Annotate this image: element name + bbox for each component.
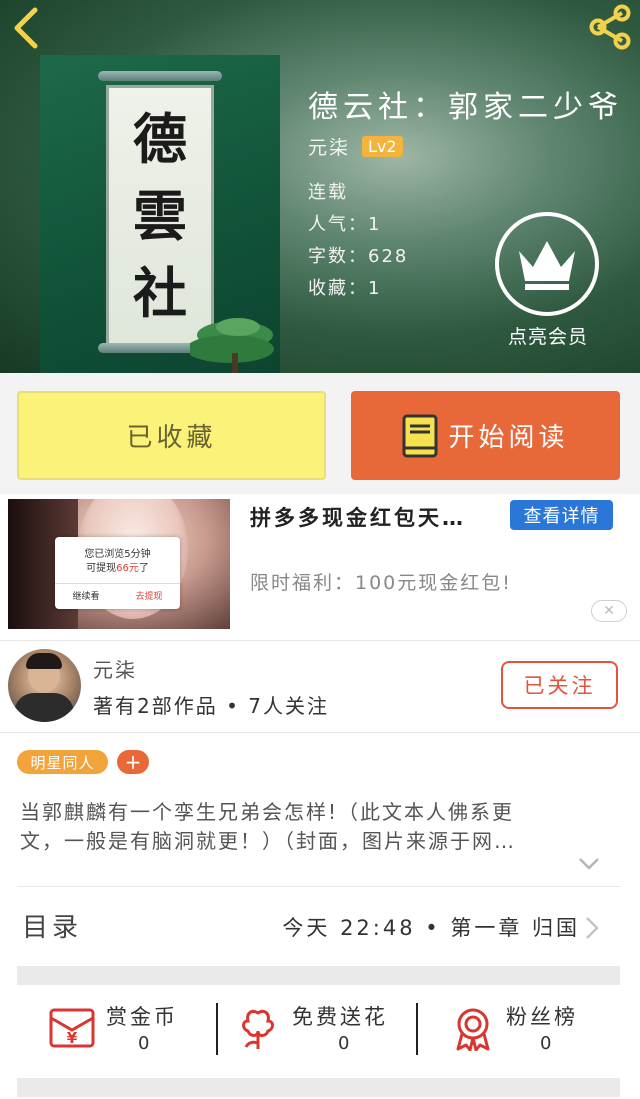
crown-icon (519, 241, 575, 290)
chevron-down-icon[interactable] (578, 857, 600, 871)
author-stats: 著有2部作品 • 7人关注 (93, 694, 329, 718)
cover-char-3: 社 (133, 261, 187, 326)
start-reading-button[interactable]: 开始阅读 (351, 391, 620, 480)
cover-char-1: 德 (133, 106, 187, 171)
book-intro[interactable]: 当郭麒麟有一个孪生兄弟会怎样!（此文本人佛系更 文，一般是有脑洞就更！）（封面，… (20, 798, 610, 856)
svg-text:¥: ¥ (67, 1029, 78, 1047)
ad-banner[interactable]: 您已浏览5分钟 可提现66元了 继续看 去提现 拼多多现金红包天… 查看详情 限… (0, 494, 640, 634)
toc-row[interactable]: 目录 今天 22:48 • 第一章 归国 (0, 887, 640, 967)
favorite-count: 收藏：1 (308, 278, 382, 299)
ad-dialog-withdraw: 去提现 (135, 592, 163, 602)
book-icon (402, 414, 438, 457)
popularity: 人气：1 (308, 214, 382, 235)
latest-chapter: 今天 22:48 • 第一章 归国 (282, 916, 580, 940)
author-card: 元柒 著有2部作品 • 7人关注 已关注 (0, 646, 640, 732)
serial-status: 连载 (308, 182, 348, 203)
red-envelope-icon: ¥ (49, 1008, 95, 1048)
stat-reward-coins[interactable]: ¥ 赏金币 0 (0, 985, 217, 1075)
stat-value: 0 (138, 1033, 150, 1054)
share-icon (589, 4, 631, 50)
vip-label[interactable]: 点亮会员 (486, 322, 610, 349)
ad-dialog: 您已浏览5分钟 可提现66元了 继续看 去提现 (55, 537, 180, 609)
author-card-name[interactable]: 元柒 (93, 654, 137, 683)
stat-label: 赏金币 (106, 1005, 178, 1029)
intro-line-1: 当郭麒麟有一个孪生兄弟会怎样!（此文本人佛系更 (20, 800, 515, 824)
avatar[interactable] (8, 649, 81, 722)
stat-free-flowers[interactable]: 免费送花 0 (218, 985, 417, 1075)
author-row: 元柒 Lv2 (308, 133, 403, 160)
stat-fan-ranking[interactable]: 粉丝榜 0 (418, 985, 640, 1075)
level-badge: Lv2 (362, 136, 403, 157)
flower-icon (242, 1009, 274, 1049)
stat-label: 免费送花 (292, 1005, 388, 1029)
section-spacer (17, 966, 620, 985)
word-count: 字数：628 (308, 246, 409, 267)
author-name[interactable]: 元柒 (308, 133, 350, 160)
cover-scroll: 德 雲 社 (106, 85, 214, 347)
share-button[interactable] (584, 2, 636, 52)
stat-label: 粉丝榜 (506, 1005, 578, 1029)
back-arrow-icon (14, 7, 38, 49)
vip-button[interactable] (495, 212, 599, 316)
action-bar: 已收藏 开始阅读 (0, 373, 640, 494)
follow-button[interactable]: 已关注 (501, 661, 618, 709)
start-reading-label: 开始阅读 (448, 423, 569, 453)
tag-item[interactable]: 明星同人 (17, 750, 108, 774)
stat-value: 0 (540, 1033, 552, 1054)
chevron-right-icon (586, 917, 599, 939)
ad-close-button[interactable]: ✕ (591, 600, 627, 622)
ad-dialog-line2: 可提现66元了 (86, 563, 149, 574)
collected-button[interactable]: 已收藏 (17, 391, 326, 480)
toc-label: 目录 (22, 913, 83, 943)
add-tag-button[interactable]: + (117, 750, 149, 774)
scroll-rod-top (98, 71, 222, 81)
pine-tree-icon (190, 318, 274, 373)
bottom-stats: ¥ 赏金币 0 免费送花 0 粉丝榜 0 (0, 985, 640, 1075)
ad-dialog-continue: 继续看 (72, 592, 100, 602)
book-cover[interactable]: 德 雲 社 (40, 55, 280, 373)
divider (0, 732, 640, 733)
intro-line-2: 文，一般是有脑洞就更！）（封面，图片来源于网… (20, 829, 516, 853)
book-header: 德 雲 社 德云社：郭家二少爷 元柒 Lv2 连载 人气：1 字数：628 收藏… (0, 0, 640, 373)
medal-icon (456, 1008, 490, 1051)
plus-icon: + (124, 750, 142, 774)
section-spacer (17, 1078, 620, 1097)
ad-description: 限时福利：100元现金红包! (250, 572, 512, 594)
ad-image[interactable]: 您已浏览5分钟 可提现66元了 继续看 去提现 (8, 499, 230, 629)
ad-title[interactable]: 拼多多现金红包天… (250, 502, 500, 532)
divider (0, 640, 640, 641)
stat-value: 0 (338, 1033, 350, 1054)
collected-label: 已收藏 (126, 423, 217, 453)
ad-dialog-line1: 您已浏览5分钟 (84, 549, 151, 560)
close-icon: ✕ (603, 603, 615, 619)
book-title: 德云社：郭家二少爷 (308, 90, 623, 125)
ad-detail-button[interactable]: 查看详情 (510, 500, 613, 530)
back-button[interactable] (6, 6, 46, 50)
cover-char-2: 雲 (133, 183, 187, 248)
